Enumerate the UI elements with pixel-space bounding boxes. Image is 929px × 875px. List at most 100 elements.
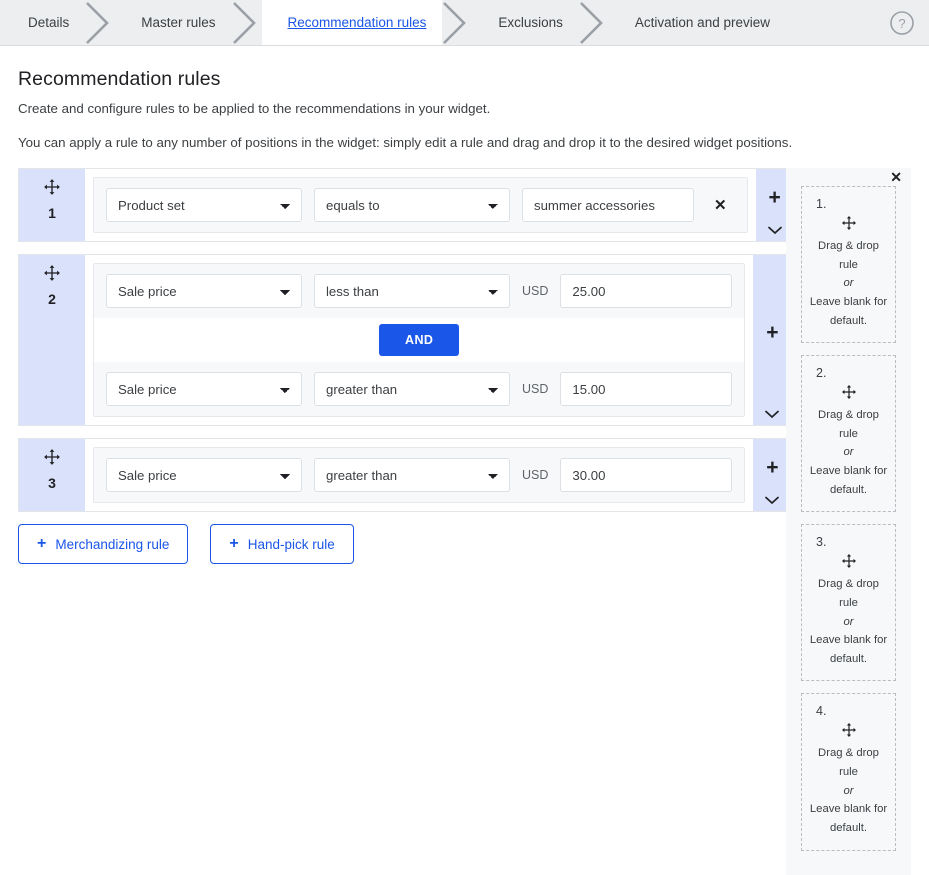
plus-icon: +: [37, 535, 47, 552]
rule-drag-handle[interactable]: 2: [19, 255, 85, 425]
add-rule-actions: + Merchandizing rule + Hand-pick rule: [18, 524, 786, 564]
condition-field-select[interactable]: Product setSale price: [106, 274, 302, 308]
widget-position-dropzone[interactable]: 2. Drag & drop rule or Leave blank for defa…: [801, 355, 896, 513]
chevron-down-icon[interactable]: [765, 496, 780, 505]
condition-operator-select[interactable]: equals toless thangreater than: [314, 188, 510, 222]
step-activation-and-preview[interactable]: Activation and preview: [609, 0, 786, 45]
step-label: Master rules: [141, 15, 216, 30]
dropzone-line1: Drag & drop rule: [818, 409, 879, 440]
dropzone-line1: Drag & drop rule: [818, 747, 879, 778]
and-connector-button[interactable]: AND: [379, 324, 460, 356]
step-details[interactable]: Details: [0, 0, 85, 45]
dropzone-line1: Drag & drop rule: [818, 578, 879, 609]
currency-label: USD: [522, 382, 549, 396]
rule-card: 3 Product setSale price equals toless than…: [18, 438, 792, 512]
plus-icon: +: [229, 535, 239, 552]
condition-row: Product setSale price equals toless thang…: [94, 178, 747, 232]
condition-row: Product setSale price equals toless thang…: [94, 264, 745, 318]
condition-connector: AND: [94, 318, 745, 362]
condition-row: Product setSale price equals toless thang…: [94, 362, 745, 416]
condition-value-input[interactable]: [560, 274, 733, 308]
page-header: Recommendation rules Create and configur…: [0, 46, 929, 150]
page-subtitle: Create and configure rules to be applied…: [18, 101, 491, 116]
rule-conditions: Product setSale price equals toless thang…: [85, 255, 754, 425]
condition-value-input[interactable]: [522, 188, 694, 222]
position-number: 1.: [816, 197, 827, 211]
page-title: Recommendation rules: [18, 68, 221, 90]
move-arrows-icon: [43, 448, 61, 471]
dropzone-or: or: [843, 446, 854, 459]
widget-position-dropzone[interactable]: 1. Drag & drop rule or Leave blank for defa…: [801, 186, 896, 344]
rule-card: 2 Product setSale price equals toless than…: [18, 254, 792, 426]
chevron-down-icon[interactable]: [767, 226, 782, 235]
condition-value-input[interactable]: [560, 372, 733, 406]
dropzone-or: or: [843, 277, 854, 290]
step-separator-chevron-icon: [232, 0, 262, 45]
dropzone-line2: Leave blank for default.: [809, 634, 888, 665]
move-arrows-icon: [808, 722, 889, 738]
breadcrumb-stepper: Details Master rules Recommendation rules E…: [0, 0, 929, 46]
move-arrows-icon: [808, 553, 889, 569]
rule-card: 1 Product setSale price equals toless than…: [18, 168, 794, 242]
step-separator-chevron-icon: [579, 0, 609, 45]
remove-condition-button[interactable]: ✕: [706, 194, 735, 217]
step-label: Exclusions: [498, 15, 563, 30]
move-arrows-icon: [808, 215, 889, 231]
rule-number: 2: [48, 291, 56, 307]
step-master-rules[interactable]: Master rules: [115, 0, 231, 45]
step-label: Recommendation rules: [287, 15, 427, 30]
position-number: 4.: [816, 704, 827, 719]
dropzone-line2: Leave blank for default.: [809, 465, 888, 496]
widget-position-dropzone[interactable]: 4. Drag & drop rule or Leave blank for defa…: [801, 693, 896, 851]
add-condition-button[interactable]: +: [760, 321, 784, 344]
condition-operator-select[interactable]: equals toless thangreater than: [314, 372, 510, 406]
add-merchandizing-rule-button[interactable]: + Merchandizing rule: [18, 524, 189, 564]
step-separator-chevron-icon: [85, 0, 115, 45]
rule-drag-handle[interactable]: 1: [19, 169, 85, 241]
condition-field-select[interactable]: Product setSale price: [106, 458, 302, 492]
add-condition-button[interactable]: +: [760, 456, 784, 479]
content-area: 1 Product setSale price equals toless than…: [0, 156, 929, 875]
close-panel-button[interactable]: ✕: [887, 168, 905, 186]
move-arrows-icon: [43, 178, 61, 201]
condition-field-select[interactable]: Product setSale price: [106, 372, 302, 406]
step-separator-chevron-icon: [442, 0, 472, 45]
position-number: 3.: [816, 535, 827, 550]
position-number: 2.: [816, 366, 827, 381]
page-hint: You can apply a rule to any number of po…: [18, 135, 793, 150]
rule-drag-handle[interactable]: 3: [19, 439, 85, 511]
add-hand-pick-rule-label: Hand-pick rule: [247, 536, 335, 552]
dropzone-or: or: [843, 615, 854, 628]
step-label: Details: [28, 15, 70, 30]
condition-value-input[interactable]: [560, 458, 733, 492]
condition-field-select[interactable]: Product setSale price: [106, 188, 302, 222]
currency-label: USD: [522, 468, 549, 482]
rules-list: 1 Product setSale price equals toless than…: [0, 156, 794, 564]
move-arrows-icon: [808, 384, 889, 400]
currency-label: USD: [522, 284, 549, 298]
step-exclusions[interactable]: Exclusions: [472, 0, 579, 45]
widget-positions-panel: ✕ 1. Drag & drop rule or Leave blank for de…: [786, 156, 911, 875]
chevron-down-icon[interactable]: [765, 410, 780, 419]
condition-group: Product setSale price equals toless thang…: [93, 447, 746, 503]
widget-position-dropzone[interactable]: 3. Drag & drop rule or Leave blank for defa…: [801, 524, 896, 682]
add-merchandizing-rule-label: Merchandizing rule: [55, 536, 170, 552]
rule-number: 3: [48, 475, 56, 491]
condition-group: Product setSale price equals toless thang…: [93, 177, 748, 233]
dropzone-or: or: [843, 784, 854, 797]
svg-text:?: ?: [898, 16, 905, 31]
condition-operator-select[interactable]: equals toless thangreater than: [314, 458, 510, 492]
step-label: Activation and preview: [634, 15, 770, 30]
rule-conditions: Product setSale price equals toless thang…: [85, 439, 754, 511]
condition-row: Product setSale price equals toless thang…: [94, 448, 745, 502]
rule-conditions: Product setSale price equals toless thang…: [85, 169, 756, 241]
dropzone-line2: Leave blank for default.: [809, 803, 888, 834]
help-circle-icon[interactable]: ?: [889, 10, 915, 36]
add-hand-pick-rule-button[interactable]: + Hand-pick rule: [210, 524, 354, 564]
condition-operator-select[interactable]: equals toless thangreater than: [314, 274, 510, 308]
add-condition-button[interactable]: +: [762, 186, 786, 209]
step-recommendation-rules[interactable]: Recommendation rules: [261, 0, 443, 45]
rule-number: 1: [48, 205, 56, 221]
move-arrows-icon: [43, 264, 61, 287]
condition-group: Product setSale price equals toless thang…: [93, 263, 746, 417]
